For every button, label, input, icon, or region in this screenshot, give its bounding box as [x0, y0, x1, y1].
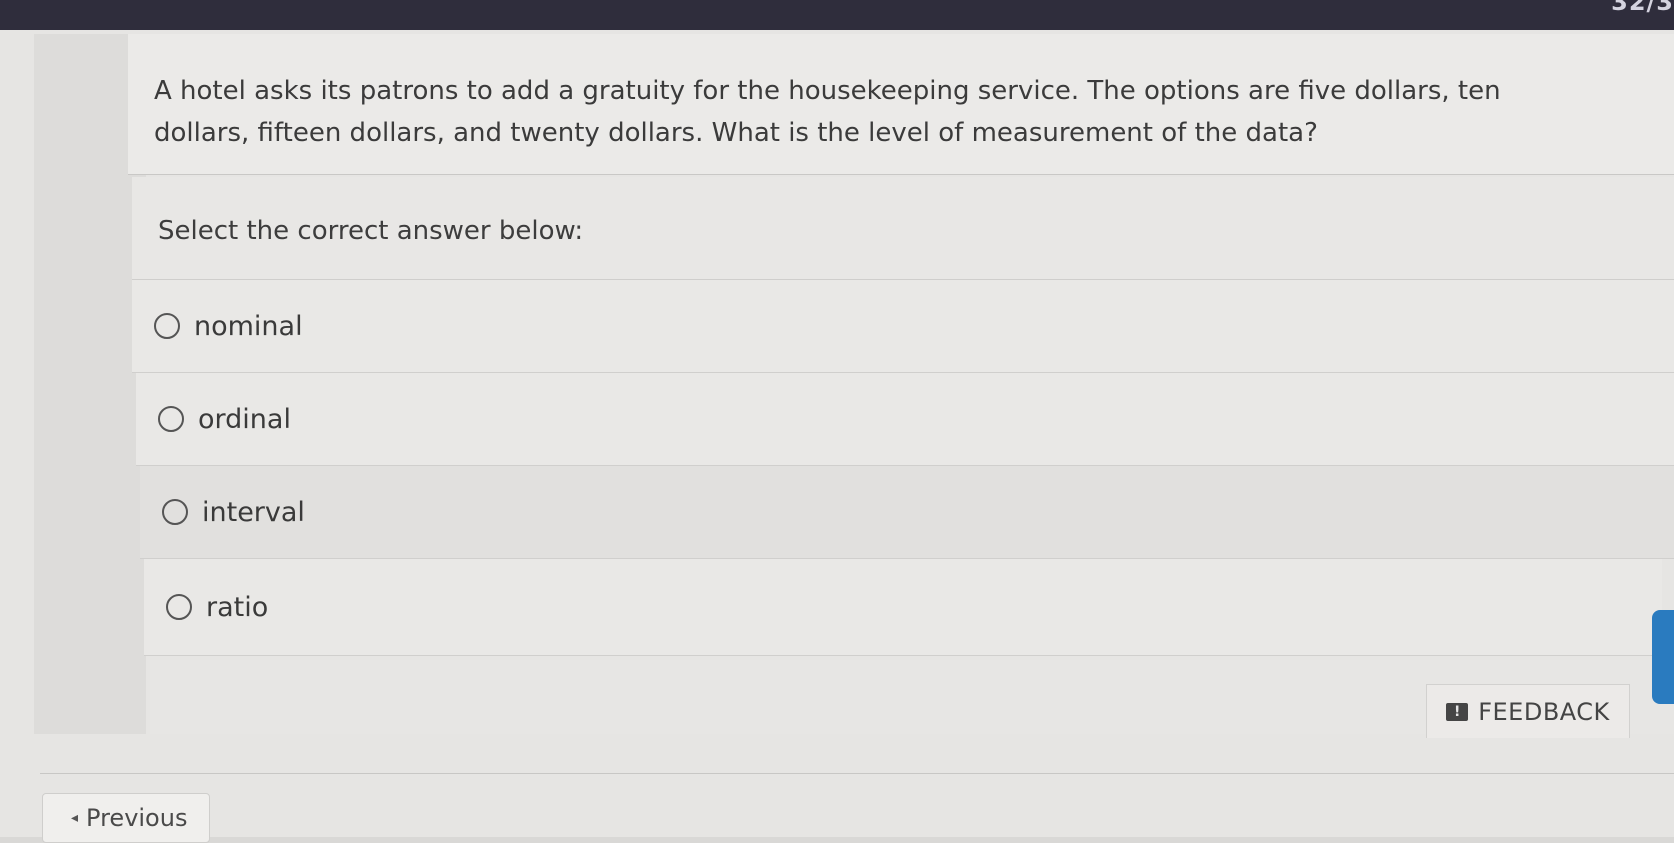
answer-prompt: Select the correct answer below: [158, 216, 584, 246]
radio-circle-icon[interactable] [158, 406, 184, 432]
caret-left-icon: ◂ [71, 810, 79, 826]
feedback-label: FEEDBACK [1478, 697, 1610, 726]
option-nominal[interactable]: nominal [132, 280, 1674, 373]
radio-circle-icon[interactable] [166, 594, 192, 620]
top-bar: 32/3 [0, 0, 1674, 30]
feedback-button[interactable]: ! FEEDBACK [1426, 684, 1630, 738]
option-label: ordinal [198, 403, 291, 435]
option-label: ratio [206, 591, 269, 623]
radio-circle-icon[interactable] [162, 499, 188, 525]
option-label: nominal [194, 310, 303, 342]
previous-button[interactable]: ◂ Previous [42, 793, 210, 843]
previous-label: Previous [86, 804, 188, 832]
question-counter: 32/3 [1611, 0, 1674, 16]
radio-circle-icon[interactable] [154, 313, 180, 339]
divider [40, 773, 1674, 774]
question-text: A hotel asks its patrons to add a gratui… [154, 76, 1501, 148]
option-ordinal[interactable]: ordinal [136, 373, 1674, 466]
option-interval[interactable]: interval [140, 466, 1674, 559]
option-label: interval [202, 496, 305, 528]
option-ratio[interactable]: ratio [144, 559, 1662, 656]
side-tab[interactable] [1652, 610, 1674, 704]
feedback-icon: ! [1446, 702, 1469, 721]
